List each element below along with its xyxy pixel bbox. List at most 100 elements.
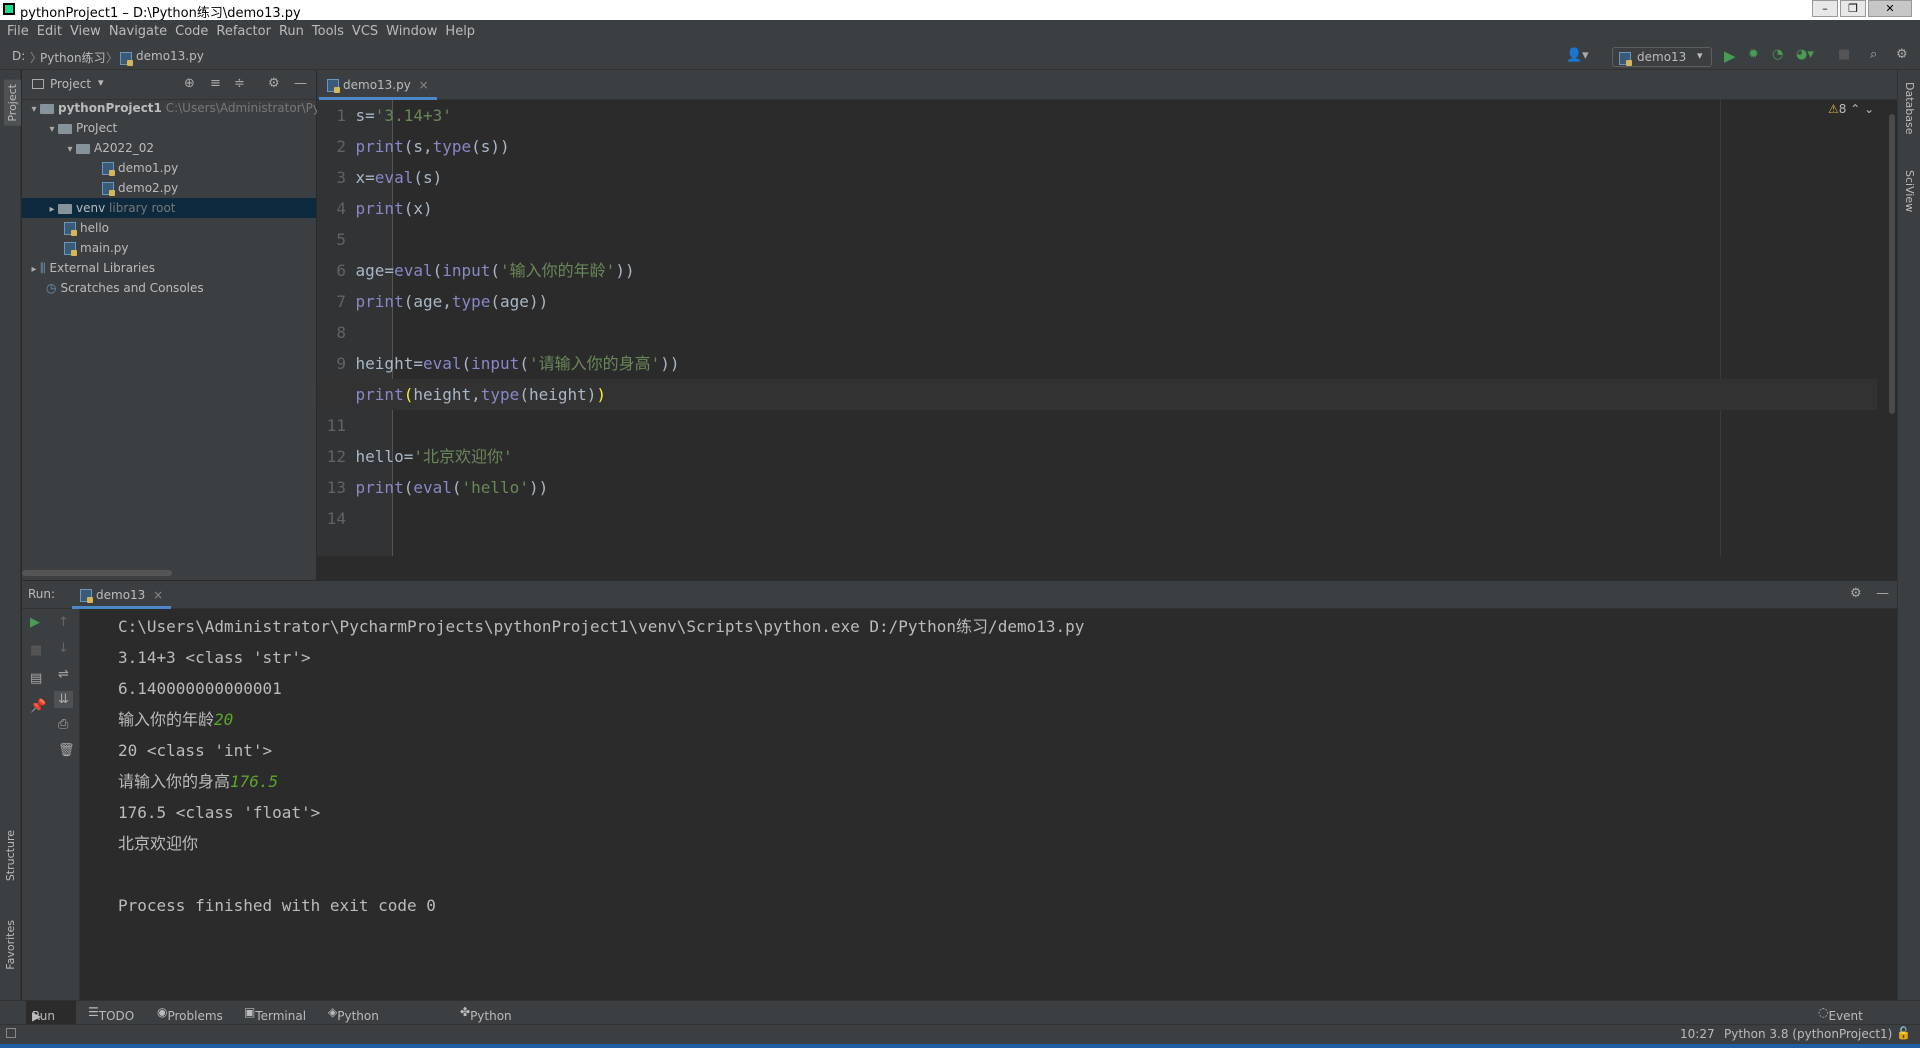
code-line[interactable] <box>317 224 1877 255</box>
close-tab-icon[interactable]: × <box>419 78 429 92</box>
bottom-tab-terminal[interactable]: ▣ Terminal <box>244 1005 306 1023</box>
user-icon[interactable]: 👤▾ <box>1566 48 1589 63</box>
menu-refactor[interactable]: Refactor <box>216 20 271 44</box>
gear-icon[interactable]: ⚙ <box>1896 47 1908 62</box>
trash-icon[interactable]: 🗑 <box>58 743 75 758</box>
code-line[interactable]: print(x) <box>317 193 1877 224</box>
window-icon <box>32 79 44 89</box>
bottom-tab-label: Problems <box>167 1009 223 1023</box>
caret-position[interactable]: 10:27 <box>1680 1027 1715 1041</box>
bottom-tab-python-console[interactable]: ✤ Python Console <box>460 1005 518 1037</box>
right-tool-strip: Database SciView <box>1897 70 1920 1032</box>
bottom-tab-python-packages[interactable]: ◈ Python Packages <box>328 1005 393 1037</box>
breadcrumb-folder[interactable]: Python练习 <box>40 49 106 66</box>
run-icon[interactable]: ▶ <box>1724 47 1736 65</box>
hide-icon[interactable]: — <box>1876 586 1889 601</box>
event-log-button[interactable]: ◌ Event Log <box>1818 1005 1863 1037</box>
locate-icon[interactable]: ⊕ <box>184 76 195 91</box>
favorites-tool-button[interactable]: Favorites <box>4 920 17 970</box>
maximize-button[interactable]: ❐ <box>1840 0 1866 17</box>
tab-demo13[interactable]: demo13.py × <box>319 70 437 100</box>
gear-icon[interactable]: ⚙ <box>268 76 280 91</box>
coverage-icon[interactable]: ◔ <box>1772 47 1783 62</box>
tree-item-external-libraries[interactable]: ▸ ⫼ External Libraries <box>22 258 316 278</box>
sciview-tool-button[interactable]: SciView <box>1903 170 1916 212</box>
expand-all-icon[interactable]: ≡ <box>210 76 221 91</box>
interpreter-selector[interactable]: Python 3.8 (pythonProject1) <box>1724 1027 1892 1041</box>
stop-icon[interactable]: ■ <box>30 643 42 658</box>
vertical-scrollbar[interactable] <box>1889 114 1895 414</box>
menu-navigate[interactable]: Navigate <box>109 20 167 44</box>
menu-edit[interactable]: Edit <box>37 20 62 44</box>
down-arrow-icon[interactable]: ↓ <box>58 641 69 656</box>
minimize-button[interactable]: – <box>1812 0 1838 17</box>
structure-tool-button[interactable]: Structure <box>4 830 17 881</box>
run-config-selector[interactable]: demo13 ▾ <box>1612 47 1712 67</box>
code-line[interactable]: print(age,type(age)) <box>317 286 1877 317</box>
lock-icon[interactable]: 🔓 <box>1896 1026 1911 1040</box>
project-view-selector[interactable]: Project <box>50 77 91 91</box>
code-line[interactable]: print(eval('hello')) <box>317 472 1877 503</box>
breadcrumb-file[interactable]: demo13.py <box>136 49 204 63</box>
code-line[interactable]: x=eval(s) <box>317 162 1877 193</box>
code-line[interactable] <box>317 410 1877 441</box>
scroll-to-end-icon[interactable]: ⇊ <box>54 691 73 708</box>
menu-view[interactable]: View <box>70 20 101 44</box>
run-tab-demo13[interactable]: demo13 × <box>72 581 172 609</box>
tree-item-scratches[interactable]: ◷ Scratches and Consoles <box>22 278 316 298</box>
code-line[interactable]: s='3.14+3' <box>317 100 1877 131</box>
title-bar: pythonProject1 – D:\Python练习\demo13.py –… <box>0 0 1920 21</box>
code-line[interactable]: age=eval(input('输入你的年龄')) <box>317 255 1877 286</box>
bottom-tab-problems[interactable]: ◉ Problems <box>157 1005 223 1023</box>
menu-code[interactable]: Code <box>175 20 208 44</box>
search-icon[interactable]: ⌕ <box>1870 47 1877 62</box>
code-line-current[interactable]: print(height,type(height)) <box>317 379 1877 410</box>
profile-icon[interactable]: ◕▾ <box>1796 47 1814 62</box>
project-panel: Project ▾ ⊕ ≡ ≑ ⚙ — ▾ pythonProject1 C:\U… <box>22 70 320 580</box>
console-prompt: 输入你的年龄 <box>118 710 215 729</box>
breadcrumb-drive[interactable]: D: <box>12 49 25 63</box>
tool-window-toggle-icon[interactable] <box>6 1028 16 1038</box>
tree-item-a2022[interactable]: ▾ A2022_02 <box>22 138 316 158</box>
menu-tools[interactable]: Tools <box>312 20 344 44</box>
tree-item-main[interactable]: main.py <box>22 238 316 258</box>
python-file-icon <box>102 182 115 196</box>
soft-wrap-icon[interactable]: ⇌ <box>58 667 69 682</box>
tree-item-demo2[interactable]: demo2.py <box>22 178 316 198</box>
menu-file[interactable]: File <box>7 20 29 44</box>
hide-icon[interactable]: — <box>294 76 307 91</box>
code-line[interactable]: print(s,type(s)) <box>317 131 1877 162</box>
menu-run[interactable]: Run <box>279 20 304 44</box>
close-tab-icon[interactable]: × <box>153 588 163 602</box>
code-line[interactable]: height=eval(input('请输入你的身高')) <box>317 348 1877 379</box>
tree-item-project-root[interactable]: ▾ pythonProject1 C:\Users\Administrator\P… <box>22 98 320 118</box>
chevron-down-icon[interactable]: ▾ <box>98 76 104 89</box>
project-tool-button[interactable]: Project <box>4 80 21 126</box>
menu-window[interactable]: Window <box>386 20 437 44</box>
tree-label: ProJect <box>76 121 118 135</box>
debug-icon[interactable]: ✹ <box>1748 47 1759 62</box>
rerun-icon[interactable]: ▶ <box>30 615 40 630</box>
close-button[interactable]: ✕ <box>1868 0 1912 17</box>
collapse-all-icon[interactable]: ≑ <box>234 76 245 91</box>
code-line[interactable] <box>317 317 1877 348</box>
menu-help[interactable]: Help <box>445 20 475 44</box>
horizontal-scrollbar[interactable] <box>22 570 172 576</box>
tree-item-demo1[interactable]: demo1.py <box>22 158 316 178</box>
tree-item-venv[interactable]: ▸ venv library root <box>22 198 316 218</box>
stop-icon[interactable]: ■ <box>1838 47 1850 62</box>
layout-icon[interactable]: ▤ <box>30 671 42 686</box>
print-icon[interactable]: ⎙ <box>58 717 68 732</box>
tree-label: pythonProject1 <box>58 101 162 115</box>
gear-icon[interactable]: ⚙ <box>1850 586 1862 601</box>
tree-item-hello[interactable]: hello <box>22 218 316 238</box>
pin-icon[interactable]: 📌 <box>30 699 46 714</box>
run-config-label: demo13 <box>1637 50 1687 64</box>
code-line[interactable]: hello='北京欢迎你' <box>317 441 1877 472</box>
menu-vcs[interactable]: VCS <box>352 20 378 44</box>
bottom-tab-todo[interactable]: ☰ TODO <box>88 1005 134 1023</box>
database-tool-button[interactable]: Database <box>1903 82 1916 135</box>
console-output-line: 176.5 <class 'float'> <box>118 803 321 822</box>
up-arrow-icon[interactable]: ↑ <box>58 615 69 630</box>
tree-item-project[interactable]: ▾ ProJect <box>22 118 316 138</box>
